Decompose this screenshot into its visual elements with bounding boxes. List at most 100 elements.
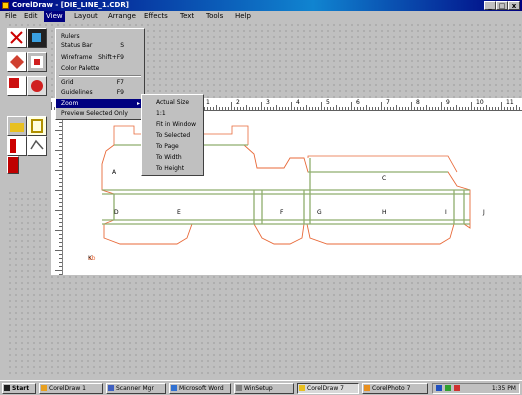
taskbar-button-active[interactable]: CorelDraw 7 (297, 383, 359, 394)
app-icon (108, 385, 114, 391)
submenu-item[interactable]: To Selected (156, 131, 190, 140)
menu-separator (59, 75, 141, 77)
maximize-button[interactable]: □ (496, 1, 508, 10)
start-button[interactable]: Start (2, 383, 36, 394)
panel-label: E (177, 209, 181, 216)
top-flap (307, 155, 458, 173)
taskbar: Start CorelDraw 1 Scanner Mgr Microsoft … (0, 380, 522, 395)
menu-item-wireframe[interactable]: Wireframe Shift+F9 (56, 53, 144, 62)
minimize-button[interactable]: _ (484, 1, 496, 10)
taskbar-button-label: Microsoft Word (179, 385, 224, 392)
shape-tool-icon[interactable] (27, 28, 47, 48)
panel-label: C (382, 175, 386, 182)
taskbar-button-label: CorelDraw 1 (49, 385, 86, 392)
network-icon[interactable] (445, 385, 451, 391)
menu-item-shortcut: F9 (116, 89, 124, 96)
menu-item-label: Rulers (61, 33, 80, 40)
menu-help[interactable]: Help (233, 11, 253, 22)
ruler-label: 8 (416, 99, 420, 106)
zoom-tool-icon[interactable] (7, 52, 27, 72)
ruler-label: 10 (476, 99, 484, 106)
pick-tool-icon[interactable] (7, 28, 27, 48)
menu-item-label: Wireframe (61, 54, 93, 61)
taskbar-button-label: CorelDraw 7 (307, 385, 344, 392)
taskbar-button[interactable]: CorelPhoto 7 (362, 383, 428, 394)
app-icon (41, 385, 47, 391)
panel-label: J (482, 209, 485, 216)
menu-item-preview-selected[interactable]: Preview Selected Only (56, 109, 144, 118)
submenu-item[interactable]: 1:1 (156, 109, 166, 118)
menu-tools[interactable]: Tools (204, 11, 225, 22)
menu-item-status-bar[interactable]: Status Bar S (56, 41, 144, 50)
view-menu-dropdown: Rulers Status Bar S Wireframe Shift+F9 Col… (55, 28, 145, 120)
ruler-label: 3 (266, 99, 270, 106)
submenu-item[interactable]: To Page (156, 142, 179, 151)
menu-item-label: Guidelines (61, 89, 93, 96)
diagram-note: ab (88, 255, 96, 262)
taskbar-button[interactable]: Scanner Mgr (106, 383, 166, 394)
fill-tool-icon[interactable] (7, 136, 27, 156)
menu-item-label: Zoom (61, 100, 79, 107)
menu-file[interactable]: File (3, 11, 19, 22)
freehand-tool-icon[interactable] (27, 52, 47, 72)
menu-text[interactable]: Text (178, 11, 196, 22)
close-button[interactable]: x (508, 1, 520, 10)
menu-item-label: Status Bar (61, 42, 93, 49)
taskbar-button[interactable]: CorelDraw 1 (39, 383, 103, 394)
ruler-label: 4 (296, 99, 300, 106)
menu-edit[interactable]: Edit (22, 11, 40, 22)
panel-label: H (382, 209, 387, 216)
menu-item-rulers[interactable]: Rulers (56, 32, 144, 41)
menu-item-shortcut: Shift+F9 (98, 54, 124, 61)
panel-label: A (112, 169, 117, 176)
zoom-submenu: Actual Size 1:1 Fit in Window To Selecte… (141, 94, 204, 176)
title-bar: CorelDraw - [DIE_LINE_1.CDR] _ □ x (0, 0, 522, 11)
app-icon[interactable] (2, 2, 9, 9)
ruler-ticks (55, 110, 62, 275)
drawing-canvas[interactable]: ABCDEFGHIJKab (51, 98, 522, 275)
menu-item-zoom[interactable]: Zoom ▸ (56, 99, 144, 108)
panel-label: F (280, 209, 284, 216)
taskbar-button[interactable]: WinSetup (234, 383, 294, 394)
menu-item-grid[interactable]: Grid F7 (56, 78, 144, 87)
app-icon (364, 385, 370, 391)
menu-bar: File Edit View Layout Arrange Effects Te… (0, 11, 522, 22)
menu-item-label: Color Palette (61, 65, 100, 72)
submenu-arrow-icon: ▸ (136, 100, 140, 107)
text-tool-icon[interactable] (27, 116, 47, 136)
menu-item-guidelines[interactable]: Guidelines F9 (56, 88, 144, 97)
taskbar-button-label: Scanner Mgr (116, 385, 154, 392)
menu-item-label: Grid (61, 79, 74, 86)
rectangle-tool-icon[interactable] (7, 76, 27, 96)
submenu-item[interactable]: Fit in Window (156, 120, 196, 129)
menu-item-color-palette[interactable]: Color Palette (56, 64, 144, 73)
ruler-label: 1 (206, 99, 210, 106)
folder-tool-icon[interactable] (7, 116, 27, 136)
ruler-label: 5 (326, 99, 330, 106)
menu-view[interactable]: View (44, 11, 65, 22)
tray-app-icon[interactable] (454, 385, 460, 391)
menu-layout[interactable]: Layout (72, 11, 100, 22)
outline-tool-icon[interactable] (27, 136, 47, 156)
ruler-label: 6 (356, 99, 360, 106)
app-icon (171, 385, 177, 391)
ellipse-tool-icon[interactable] (27, 76, 47, 96)
menu-item-label: Preview Selected Only (61, 110, 128, 117)
vertical-ruler[interactable] (51, 110, 63, 275)
start-label: Start (12, 385, 30, 392)
system-tray: 1:35 PM (432, 383, 520, 394)
submenu-item[interactable]: To Height (156, 164, 184, 173)
clock[interactable]: 1:35 PM (492, 384, 516, 393)
app-icon (236, 385, 242, 391)
taskbar-button-label: CorelPhoto 7 (372, 385, 411, 392)
die-line-diagram: ABCDEFGHIJKab (88, 125, 485, 262)
menu-arrange[interactable]: Arrange (106, 11, 138, 22)
color-swatch-icon[interactable] (7, 156, 19, 174)
submenu-item[interactable]: To Width (156, 153, 182, 162)
taskbar-button-label: WinSetup (244, 385, 273, 392)
window-title: CorelDraw - [DIE_LINE_1.CDR] (12, 1, 129, 9)
menu-effects[interactable]: Effects (142, 11, 170, 22)
volume-icon[interactable] (436, 385, 442, 391)
submenu-item[interactable]: Actual Size (156, 98, 189, 107)
taskbar-button[interactable]: Microsoft Word (169, 383, 231, 394)
